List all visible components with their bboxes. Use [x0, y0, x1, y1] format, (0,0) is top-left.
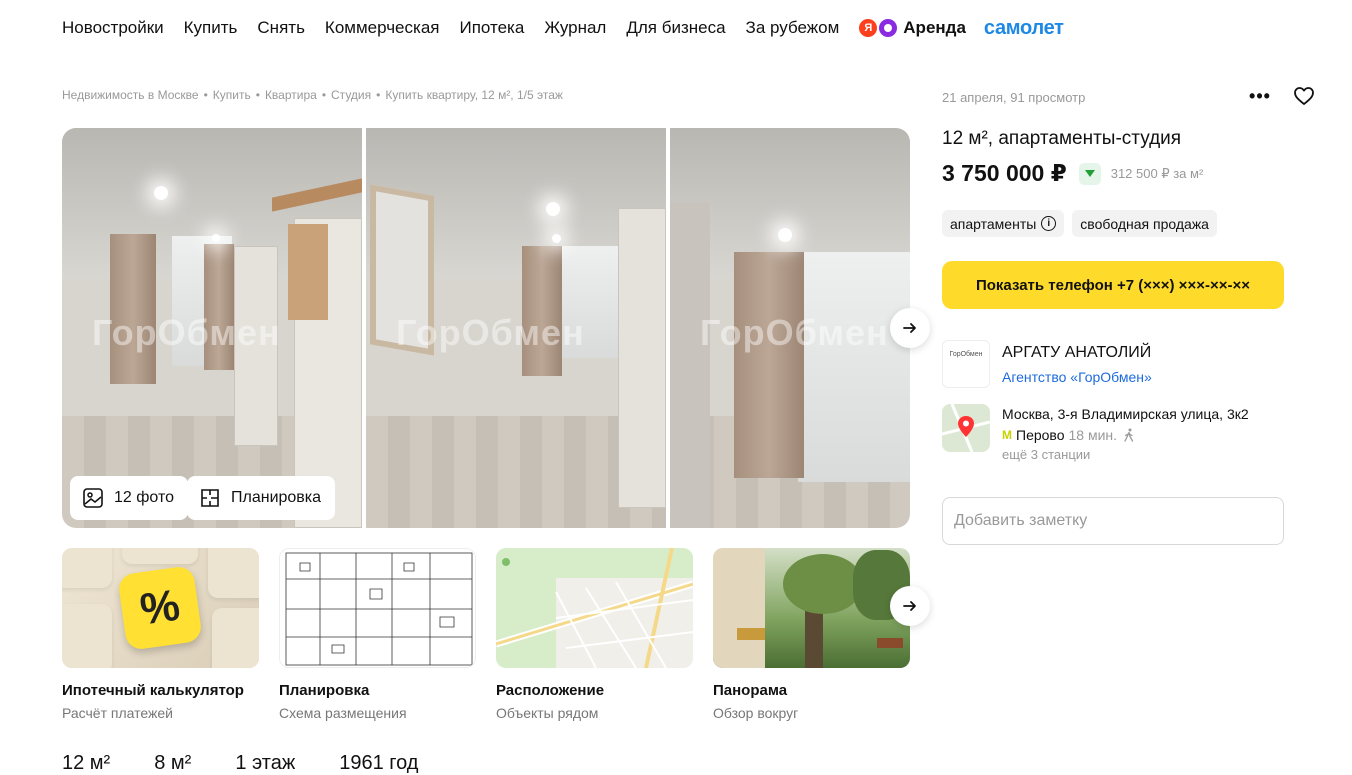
card-title: Панорама — [713, 682, 788, 699]
metro-walk-time: 18 мин. — [1068, 427, 1118, 443]
arenda-link[interactable]: Я Аренда — [859, 18, 966, 38]
stat-year: 1961 год — [339, 752, 419, 774]
percent-icon: % — [117, 565, 203, 651]
gallery-photo[interactable]: ГорОбмен — [670, 128, 910, 528]
image-icon — [83, 488, 103, 508]
price-row: 3 750 000 ₽ 312 500 ₽ за м² — [942, 160, 1203, 187]
metro-icon: M — [1002, 428, 1012, 442]
card-subtitle: Объекты рядом — [496, 705, 599, 721]
walking-icon — [1124, 428, 1134, 442]
card-title: Ипотечный калькулятор — [62, 682, 244, 699]
floor-plan-button-label: Планировка — [231, 489, 322, 506]
key-stats: 12 м² 8 м² 1 этаж 1961 год — [62, 752, 462, 775]
samolet-logo-link[interactable]: самолет — [984, 17, 1064, 40]
price: 3 750 000 ₽ — [942, 160, 1067, 186]
more-stations-link[interactable]: ещё 3 станции — [1002, 447, 1090, 462]
note-input[interactable] — [942, 497, 1284, 545]
arenda-logo-icon — [879, 19, 898, 37]
tag-label: апартаменты — [950, 215, 1037, 232]
breadcrumb-item[interactable]: Квартира — [265, 88, 317, 102]
location-map-image — [496, 548, 693, 668]
card-title: Планировка — [279, 682, 370, 699]
gallery-next-button[interactable] — [890, 308, 930, 348]
location-card[interactable]: Расположение Объекты рядом — [496, 548, 693, 721]
breadcrumb-item[interactable]: Купить квартиру, 12 м², 1/5 этаж — [385, 88, 563, 102]
card-subtitle: Обзор вокруг — [713, 705, 799, 721]
photos-button[interactable]: 12 фото — [70, 476, 188, 520]
gallery-photo[interactable]: ГорОбмен — [366, 128, 666, 528]
arrow-right-icon — [903, 601, 916, 611]
breadcrumb-item[interactable]: Студия — [331, 88, 371, 102]
arenda-label: Аренда — [903, 18, 966, 37]
watermark: ГорОбмен — [92, 312, 281, 353]
arrow-right-icon — [903, 323, 916, 333]
price-down-icon[interactable] — [1078, 162, 1101, 185]
agency-logo[interactable]: ГорОбмен — [942, 340, 990, 388]
photo-gallery[interactable]: ГорОбмен ГорОбмен ГорОбмен 12 фото Плани… — [62, 128, 910, 528]
floor-plan-icon — [201, 489, 219, 507]
offer-tags: апартаменты i свободная продажа — [942, 210, 1225, 237]
offer-title: 12 м², апартаменты-студия — [942, 128, 1182, 149]
map-thumbnail[interactable] — [942, 404, 990, 452]
mortgage-calculator-card[interactable]: % Ипотечный калькулятор Расчёт платежей — [62, 548, 259, 721]
breadcrumb-item[interactable]: Купить — [213, 88, 251, 102]
nav-item-business[interactable]: Для бизнеса — [626, 18, 725, 38]
info-icon[interactable]: i — [1041, 216, 1057, 231]
floor-plan-card[interactable]: Планировка Схема размещения — [279, 548, 476, 721]
show-phone-button[interactable]: Показать телефон +7 (×××) ×××-××-×× — [942, 261, 1284, 309]
tag-apartments[interactable]: апартаменты i — [942, 210, 1065, 237]
stat-floor: 1 этаж — [235, 752, 296, 774]
watermark: ГорОбмен — [700, 312, 889, 353]
nav-item-mortgage[interactable]: Ипотека — [459, 18, 524, 38]
panorama-card[interactable]: Панорама Обзор вокруг — [713, 548, 910, 721]
nav-item-commercial[interactable]: Коммерческая — [325, 18, 440, 38]
nav-item-rent[interactable]: Снять — [257, 18, 305, 38]
offer-meta: 21 апреля, 91 просмотр — [942, 90, 1086, 105]
agency-link[interactable]: Агентство «ГорОбмен» — [1002, 369, 1152, 385]
breadcrumb: Недвижимость в Москве • Купить • Квартир… — [62, 88, 563, 102]
cards-next-button[interactable] — [890, 586, 930, 626]
tag-free-sale: свободная продажа — [1072, 210, 1217, 237]
mortgage-calculator-image: % — [62, 548, 259, 668]
floor-plan-image — [279, 548, 476, 668]
floor-plan-button[interactable]: Планировка — [187, 476, 336, 520]
watermark: ГорОбмен — [396, 312, 585, 353]
favorite-button[interactable] — [1292, 84, 1316, 108]
nav-item-novostroyki[interactable]: Новостройки — [62, 18, 164, 38]
photos-button-label: 12 фото — [114, 489, 174, 506]
panorama-image — [713, 548, 910, 668]
nav-item-buy[interactable]: Купить — [184, 18, 238, 38]
stat-living-area: 8 м² — [154, 752, 192, 774]
metro-station[interactable]: Перово — [1016, 427, 1065, 443]
breadcrumb-separator: • — [255, 88, 260, 102]
top-navigation: Новостройки Купить Снять Коммерческая Ип… — [62, 16, 1064, 40]
breadcrumb-separator: • — [376, 88, 381, 102]
feature-cards: % Ипотечный калькулятор Расчёт платежей … — [62, 548, 930, 721]
stat-total-area: 12 м² — [62, 752, 111, 774]
address: Москва, 3-я Владимирская улица, 3к2 — [1002, 406, 1249, 422]
metro-info: M Перово 18 мин. — [1002, 427, 1136, 443]
gallery-photo[interactable]: ГорОбмен — [62, 128, 362, 528]
price-per-m2: 312 500 ₽ за м² — [1110, 165, 1204, 181]
nav-item-abroad[interactable]: За рубежом — [746, 18, 840, 38]
more-options-icon[interactable]: ••• — [1248, 84, 1272, 108]
heart-icon — [1294, 87, 1314, 105]
breadcrumb-separator: • — [203, 88, 208, 102]
card-title: Расположение — [496, 682, 605, 699]
yandex-logo-icon: Я — [859, 19, 878, 37]
nav-item-journal[interactable]: Журнал — [544, 18, 606, 38]
breadcrumb-separator: • — [321, 88, 327, 102]
card-subtitle: Схема размещения — [279, 705, 407, 721]
card-subtitle: Расчёт платежей — [62, 705, 173, 721]
breadcrumb-item[interactable]: Недвижимость в Москве — [62, 88, 199, 102]
